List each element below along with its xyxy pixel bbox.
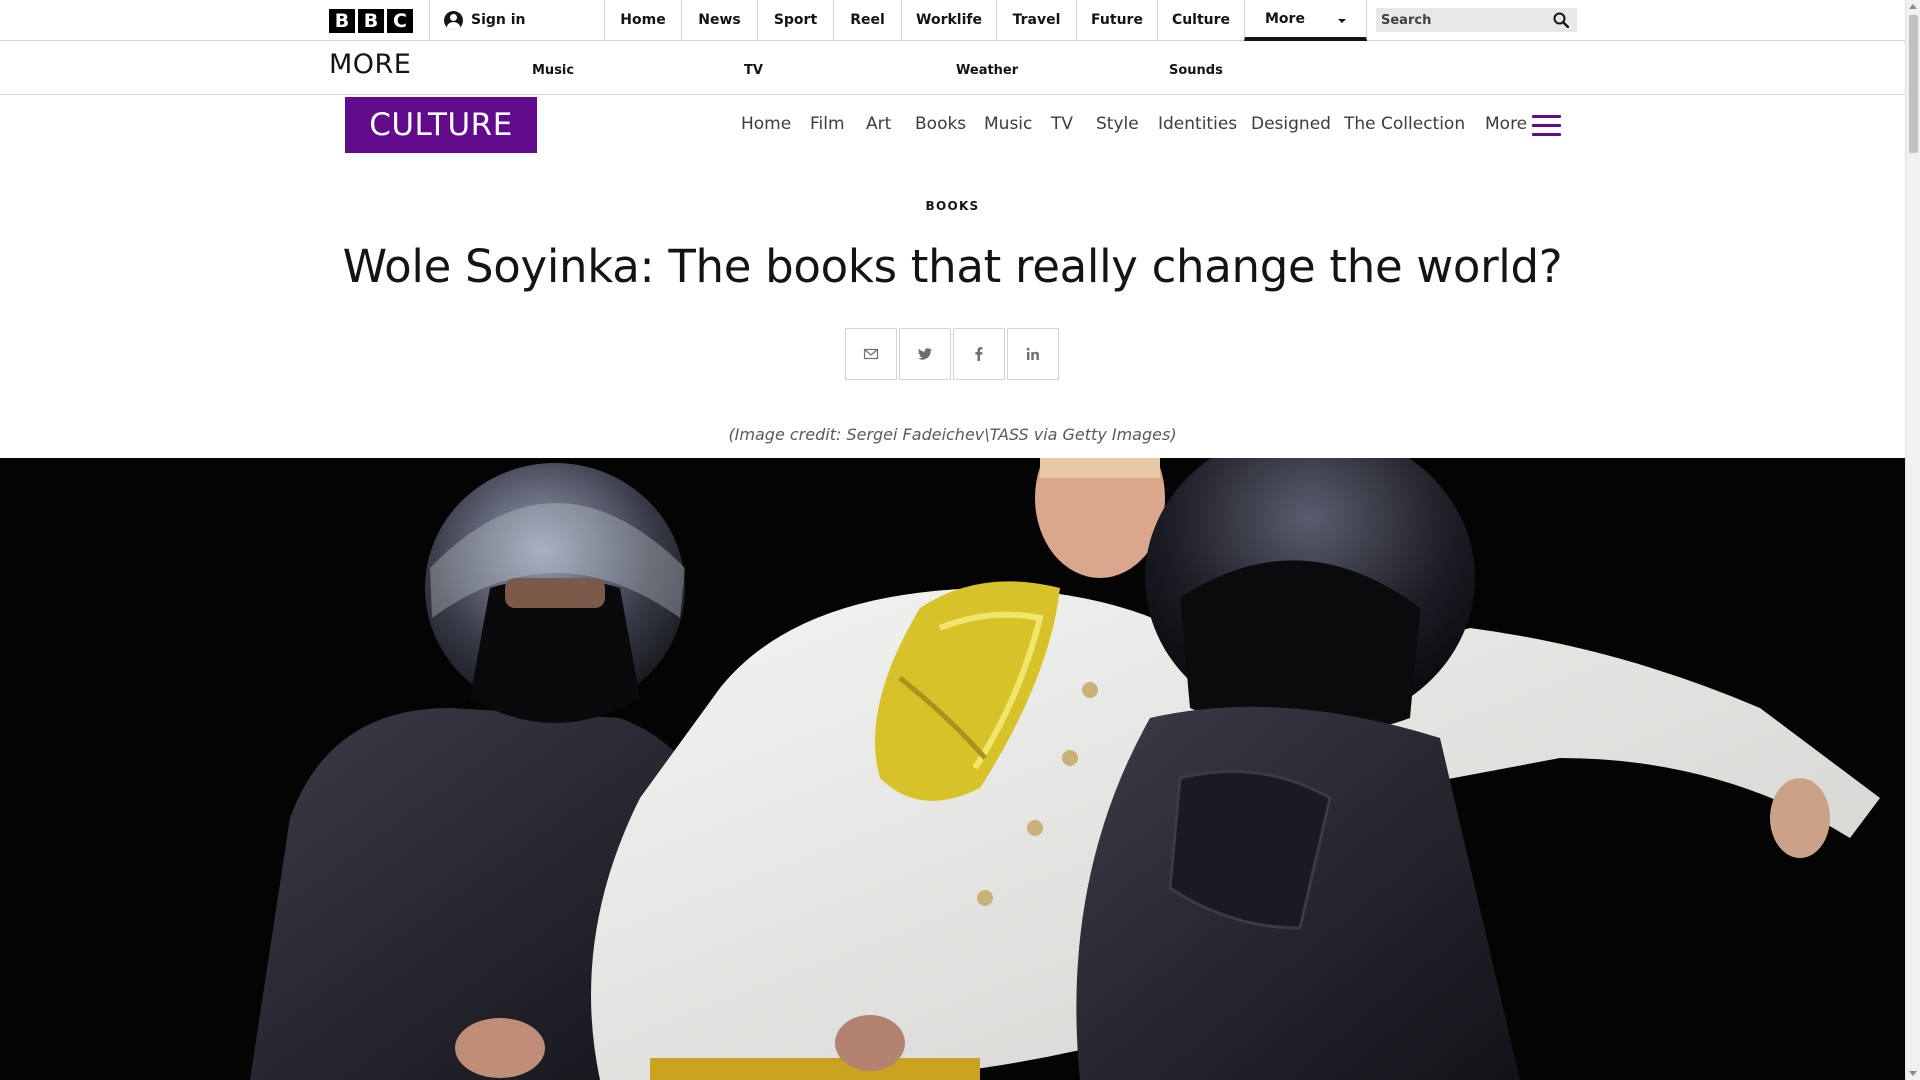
more-link-weather[interactable]: Weather [956,63,1018,78]
share-buttons [845,328,1059,380]
culture-nav-art[interactable]: Art [866,114,891,134]
account-icon [444,10,463,30]
culture-nav-more[interactable]: More [1485,114,1527,134]
more-drawer: MORE Music TV Weather Sounds [0,41,1905,95]
page-scrollbar[interactable] [1905,0,1920,1080]
nav-item-future[interactable]: Future [1076,0,1157,40]
search-icon[interactable] [1553,12,1569,28]
nav-item-worklife[interactable]: Worklife [901,0,996,40]
share-twitter-button[interactable] [899,328,951,380]
nav-item-news[interactable]: News [681,0,757,40]
divider [429,0,430,40]
image-credit: (Image credit: Sergei Fadeichev\TASS via… [728,425,1177,444]
nav-item-travel[interactable]: Travel [996,0,1076,40]
sign-in-link[interactable]: Sign in [444,0,526,40]
culture-nav: Home Film Art Books Music TV Style Ident… [0,110,1905,140]
hero-image [0,458,1905,1080]
nav-item-more[interactable]: More [1244,0,1367,41]
nav-item-home[interactable]: Home [604,0,681,40]
more-drawer-title: MORE [329,49,412,80]
share-facebook-button[interactable] [953,328,1005,380]
caret-down-icon [1338,19,1346,23]
culture-nav-identities[interactable]: Identities [1158,114,1237,134]
bbc-logo-letter: B [358,9,384,33]
more-link-music[interactable]: Music [532,63,574,78]
nav-more-label: More [1265,10,1305,27]
email-icon [863,348,879,360]
culture-nav-film[interactable]: Film [810,114,845,134]
culture-nav-style[interactable]: Style [1096,114,1139,134]
bbc-logo-letter: B [329,9,355,33]
article-headline: Wole Soyinka: The books that really chan… [342,240,1563,293]
search-input[interactable] [1376,8,1546,32]
twitter-icon [918,348,932,360]
sign-in-label: Sign in [471,12,526,28]
more-link-tv[interactable]: TV [744,63,763,78]
nav-item-sport[interactable]: Sport [757,0,833,40]
bbc-logo-letter: C [387,9,413,33]
scrollbar-thumb[interactable] [1909,15,1918,153]
share-linkedin-button[interactable] [1007,328,1059,380]
hamburger-icon[interactable] [1532,115,1561,136]
share-email-button[interactable] [845,328,897,380]
global-nav-links: Home News Sport Reel Worklife Travel Fut… [604,0,1367,41]
scroll-up-arrow-icon[interactable] [1909,4,1917,9]
culture-nav-the-collection[interactable]: The Collection [1344,114,1465,134]
bbc-logo[interactable]: B B C [329,9,413,33]
culture-nav-tv[interactable]: TV [1051,114,1073,134]
facebook-icon [975,347,983,361]
linkedin-icon [1026,347,1039,360]
search-box [1376,8,1577,32]
culture-nav-music[interactable]: Music [984,114,1032,134]
scroll-down-arrow-icon[interactable] [1909,1071,1917,1076]
bbc-global-nav: B B C Sign in Home News Sport Reel Workl… [0,0,1905,41]
culture-nav-designed[interactable]: Designed [1251,114,1331,134]
hero-photo-illustration [0,458,1905,1080]
culture-nav-books[interactable]: Books [915,114,966,134]
more-link-sounds[interactable]: Sounds [1169,63,1223,78]
article-section-label[interactable]: BOOKS [0,199,1905,213]
nav-item-culture[interactable]: Culture [1157,0,1244,40]
culture-nav-home[interactable]: Home [741,114,791,134]
nav-item-reel[interactable]: Reel [833,0,901,40]
